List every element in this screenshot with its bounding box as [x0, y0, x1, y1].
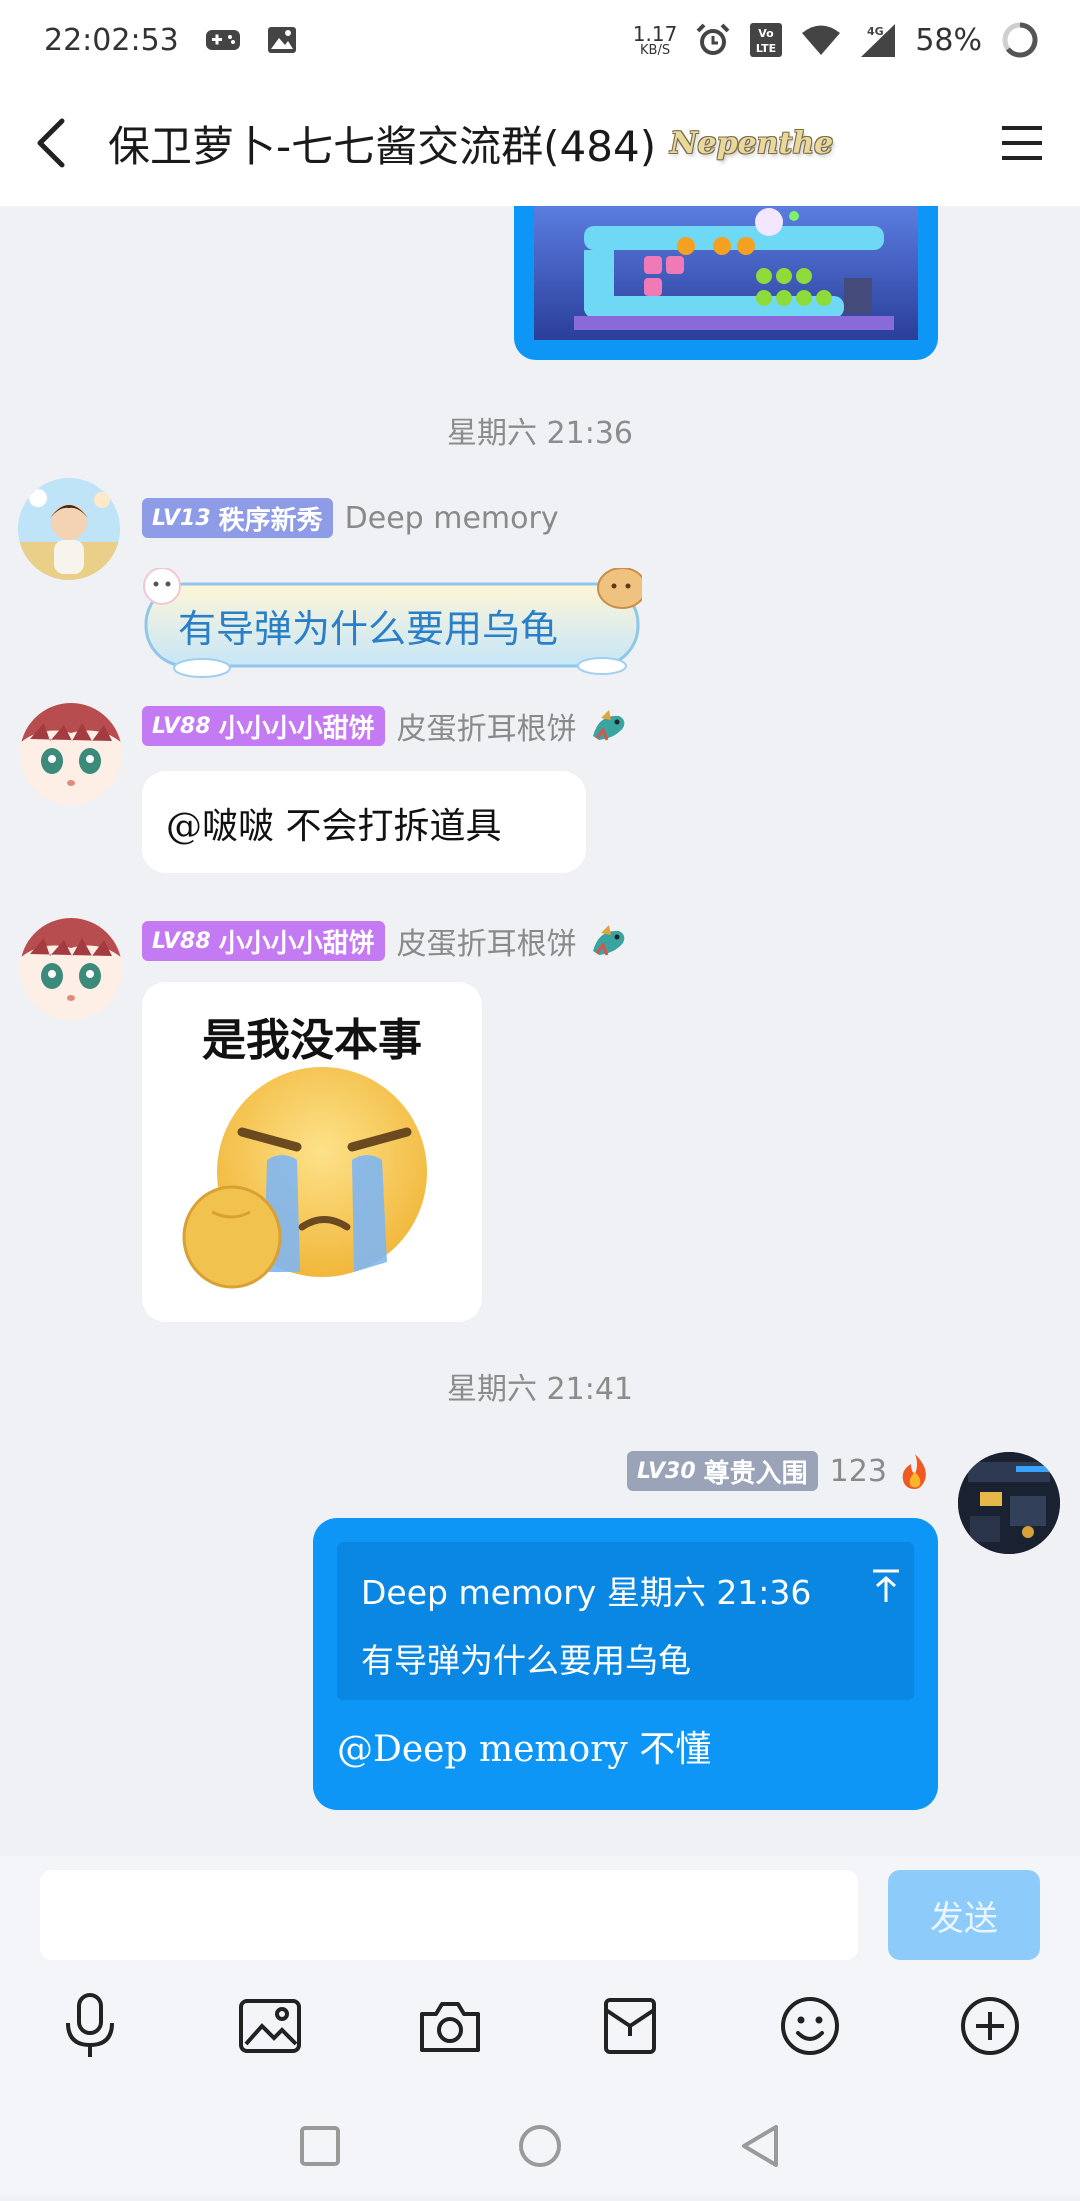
sticker-caption: 是我没本事 [202, 1015, 422, 1066]
cellular-signal-icon: 4G [859, 22, 897, 58]
wifi-icon [801, 24, 841, 56]
group-badge: Nepenthe [670, 125, 834, 161]
level-badge: LV30 尊贵入围 [627, 1451, 818, 1491]
volte-icon: Vo LTE [749, 22, 783, 58]
red-packet-icon[interactable] [590, 1986, 670, 2066]
menu-icon[interactable] [1000, 124, 1044, 162]
level-badge: LV88 小小小小甜饼 [142, 921, 385, 961]
status-bar: 22:02:53 1.17 KB/S Vo LTE 4G 58% [0, 0, 1080, 80]
emoji-icon[interactable] [770, 1986, 850, 2066]
avatar[interactable] [20, 918, 122, 1020]
home-circle-icon[interactable] [510, 2116, 570, 2176]
level-title: 秩序新秀 [218, 505, 323, 536]
input-area: 发送 [0, 1856, 1080, 2196]
image-icon[interactable] [230, 1986, 310, 2066]
level-badge: LV13 秩序新秀 [142, 498, 333, 538]
quote-text: 有导弹为什么要用乌龟 [361, 1641, 691, 1680]
avatar[interactable] [20, 703, 122, 805]
back-arrow-icon[interactable] [34, 117, 68, 169]
group-title[interactable]: 保卫萝卜-七七酱交流群(484) [108, 113, 656, 174]
battery-ring-icon [1000, 20, 1040, 60]
chat-message-list[interactable]: 星期六 21:36 LV13 秩序新秀 Deep memory 有导弹为什么要用… [0, 206, 1080, 1856]
quote-jump-icon[interactable] [871, 1568, 901, 1604]
status-time: 22:02:53 [44, 22, 179, 58]
mic-icon[interactable] [50, 1986, 130, 2066]
timestamp: 星期六 21:41 [447, 1372, 633, 1407]
dragon-badge-icon [589, 708, 629, 744]
level-number: LV88 [152, 713, 211, 739]
sender-nickname[interactable]: 皮蛋折耳根饼 [397, 919, 577, 963]
level-title: 小小小小甜饼 [218, 713, 375, 744]
quoted-message[interactable]: Deep memory 星期六 21:36 有导弹为什么要用乌龟 [337, 1542, 914, 1700]
network-speed-unit: KB/S [640, 42, 671, 58]
chat-header: 保卫萝卜-七七酱交流群(484) Nepenthe [0, 80, 1080, 206]
message-text: @啵啵 不会打拆道具 [166, 806, 502, 847]
message-text: @Deep memory 不懂 [337, 1729, 712, 1770]
decorated-message-bubble[interactable]: 有导弹为什么要用乌龟 [142, 568, 642, 678]
system-nav-bar [0, 2106, 1080, 2196]
level-title: 尊贵入围 [703, 1458, 808, 1489]
svg-text:Vo: Vo [759, 27, 775, 40]
input-toolbar [0, 1986, 1080, 2082]
back-triangle-icon[interactable] [730, 2116, 790, 2176]
svg-text:4G: 4G [867, 25, 884, 38]
sender-nickname[interactable]: 皮蛋折耳根饼 [397, 704, 577, 748]
my-message-bubble[interactable]: Deep memory 星期六 21:36 有导弹为什么要用乌龟 @Deep m… [313, 1518, 938, 1810]
alarm-icon [695, 22, 731, 58]
gallery-notification-icon [267, 26, 297, 54]
my-avatar[interactable] [958, 1452, 1060, 1554]
recents-square-icon[interactable] [290, 2116, 350, 2176]
svg-text:LTE: LTE [756, 42, 776, 55]
sender-info: LV88 小小小小甜饼 皮蛋折耳根饼 [142, 704, 629, 748]
avatar[interactable] [18, 478, 120, 580]
plus-icon[interactable] [950, 1986, 1030, 2066]
level-title: 小小小小甜饼 [218, 928, 375, 959]
fire-icon [899, 1452, 931, 1490]
sticker-message[interactable]: 是我没本事 [142, 982, 482, 1322]
message-input[interactable] [40, 1870, 858, 1960]
sender-nickname[interactable]: Deep memory [345, 501, 559, 536]
camera-icon[interactable] [410, 1986, 490, 2066]
battery-percent: 58% [915, 22, 982, 58]
dragon-badge-icon [589, 923, 629, 959]
sender-info: LV30 尊贵入围 123 [627, 1451, 931, 1491]
sender-nickname[interactable]: 123 [830, 1454, 887, 1489]
game-screenshot-image[interactable] [514, 206, 938, 360]
message-text: 有导弹为什么要用乌龟 [178, 607, 559, 651]
timestamp: 星期六 21:36 [447, 416, 633, 451]
level-number: LV13 [152, 505, 211, 531]
send-button[interactable]: 发送 [888, 1870, 1040, 1960]
quote-header: Deep memory 星期六 21:36 [361, 1573, 812, 1612]
sender-info: LV13 秩序新秀 Deep memory [142, 498, 559, 538]
level-number: LV88 [152, 928, 211, 954]
level-badge: LV88 小小小小甜饼 [142, 706, 385, 746]
network-speed: 1.17 KB/S [633, 24, 678, 57]
network-speed-value: 1.17 [632, 21, 678, 46]
level-number: LV30 [637, 1458, 696, 1484]
crying-emoji-sticker [182, 1067, 427, 1289]
message-bubble[interactable]: @啵啵 不会打拆道具 [142, 771, 586, 873]
sender-info: LV88 小小小小甜饼 皮蛋折耳根饼 [142, 919, 629, 963]
game-controller-icon [205, 27, 241, 53]
